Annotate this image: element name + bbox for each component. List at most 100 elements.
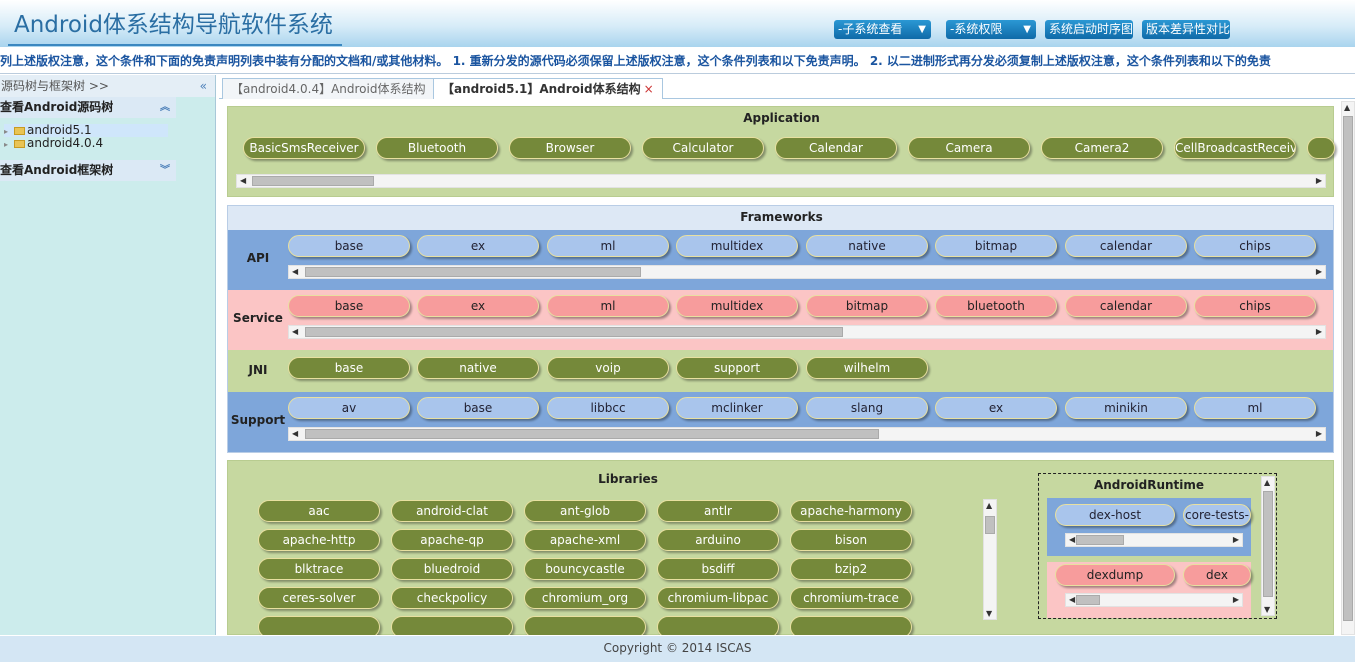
library-item[interactable]: ant-glob bbox=[524, 500, 646, 522]
app-item[interactable]: Calculator bbox=[642, 137, 764, 159]
support-item[interactable]: libbcc bbox=[547, 397, 669, 419]
library-item-clipped[interactable] bbox=[258, 616, 380, 635]
jni-item[interactable]: voip bbox=[547, 357, 669, 379]
scroll-right-icon[interactable]: ▶ bbox=[1316, 428, 1322, 440]
library-item[interactable]: bouncycastle bbox=[524, 558, 646, 580]
scroll-thumb[interactable] bbox=[1263, 491, 1273, 597]
app-item[interactable]: Calendar bbox=[775, 137, 897, 159]
scroll-left-icon[interactable]: ◀ bbox=[1069, 594, 1075, 606]
support-item[interactable]: ml bbox=[1194, 397, 1316, 419]
jni-item[interactable]: support bbox=[676, 357, 798, 379]
runtime-item[interactable]: core-tests- bbox=[1183, 504, 1251, 526]
scroll-thumb[interactable] bbox=[305, 429, 879, 439]
scroll-right-icon[interactable]: ▶ bbox=[1316, 326, 1322, 338]
library-item[interactable]: antlr bbox=[657, 500, 779, 522]
support-item[interactable]: av bbox=[288, 397, 410, 419]
library-item[interactable]: arduino bbox=[657, 529, 779, 551]
chevron-up-icon[interactable]: ︽ bbox=[160, 97, 170, 118]
api-scrollbar[interactable]: ◀ ▶ bbox=[288, 265, 1326, 279]
service-item[interactable]: multidex bbox=[676, 295, 798, 317]
support-item[interactable]: base bbox=[417, 397, 539, 419]
jni-item[interactable]: wilhelm bbox=[806, 357, 928, 379]
support-item[interactable]: mclinker bbox=[676, 397, 798, 419]
jni-item[interactable]: native bbox=[417, 357, 539, 379]
app-item[interactable]: CellBroadcastReceiver bbox=[1174, 137, 1296, 159]
service-item[interactable]: bluetooth bbox=[935, 295, 1057, 317]
scroll-thumb[interactable] bbox=[305, 267, 641, 277]
scroll-thumb[interactable] bbox=[252, 176, 374, 186]
scroll-left-icon[interactable]: ◀ bbox=[292, 266, 298, 278]
runtime-item[interactable]: dex-host bbox=[1055, 504, 1175, 526]
scroll-thumb[interactable] bbox=[985, 516, 995, 534]
scroll-left-icon[interactable]: ◀ bbox=[1069, 534, 1075, 546]
api-item[interactable]: native bbox=[806, 235, 928, 257]
library-item-clipped[interactable] bbox=[657, 616, 779, 635]
close-icon[interactable]: × bbox=[644, 82, 654, 96]
service-item[interactable]: base bbox=[288, 295, 410, 317]
scroll-left-icon[interactable]: ◀ bbox=[292, 326, 298, 338]
library-item-clipped[interactable] bbox=[524, 616, 646, 635]
api-item[interactable]: calendar bbox=[1065, 235, 1187, 257]
libraries-scrollbar[interactable]: ▲ ▼ bbox=[983, 499, 997, 620]
api-item[interactable]: ml bbox=[547, 235, 669, 257]
scroll-down-icon[interactable]: ▼ bbox=[1264, 605, 1270, 614]
library-item[interactable]: blktrace bbox=[258, 558, 380, 580]
runtime-row-1-scrollbar[interactable]: ◀ ▶ bbox=[1065, 533, 1243, 547]
runtime-scrollbar[interactable]: ▲ ▼ bbox=[1261, 476, 1275, 616]
accordion-framework-tree[interactable]: 查看Android框架树 ︾ bbox=[0, 160, 176, 181]
library-item[interactable]: apache-qp bbox=[391, 529, 513, 551]
expand-arrow-icon[interactable]: ▸ bbox=[4, 138, 14, 151]
library-item[interactable]: checkpolicy bbox=[391, 587, 513, 609]
runtime-item[interactable]: dexdump bbox=[1055, 564, 1175, 586]
app-item-clipped[interactable] bbox=[1307, 137, 1335, 159]
library-item[interactable]: android-clat bbox=[391, 500, 513, 522]
service-scrollbar[interactable]: ◀ ▶ bbox=[288, 325, 1326, 339]
support-item[interactable]: ex bbox=[935, 397, 1057, 419]
nav-version-diff-button[interactable]: 版本差异性对比 bbox=[1142, 20, 1230, 39]
api-item[interactable]: ex bbox=[417, 235, 539, 257]
library-item-clipped[interactable] bbox=[391, 616, 513, 635]
service-item[interactable]: bitmap bbox=[806, 295, 928, 317]
tree-node-android4-0-4[interactable]: ▸ android4.0.4 bbox=[4, 137, 103, 150]
library-item[interactable]: bluedroid bbox=[391, 558, 513, 580]
main-scrollbar[interactable]: ▲ bbox=[1341, 101, 1355, 635]
scroll-up-icon[interactable]: ▲ bbox=[986, 501, 992, 510]
library-item[interactable]: apache-xml bbox=[524, 529, 646, 551]
library-item[interactable]: apache-http bbox=[258, 529, 380, 551]
service-item[interactable]: ex bbox=[417, 295, 539, 317]
library-item[interactable]: bzip2 bbox=[790, 558, 912, 580]
support-item[interactable]: minikin bbox=[1065, 397, 1187, 419]
scroll-right-icon[interactable]: ▶ bbox=[1233, 534, 1239, 546]
application-scrollbar[interactable]: ◀ ▶ bbox=[236, 174, 1326, 188]
jni-item[interactable]: base bbox=[288, 357, 410, 379]
scroll-thumb[interactable] bbox=[1076, 535, 1124, 545]
library-item-clipped[interactable] bbox=[790, 616, 912, 635]
accordion-source-tree[interactable]: 查看Android源码树 ︽ bbox=[0, 97, 176, 118]
scroll-thumb[interactable] bbox=[1343, 116, 1353, 621]
nav-subsystem-button[interactable]: -子系统查看 ▼ bbox=[834, 20, 931, 39]
library-item[interactable]: bison bbox=[790, 529, 912, 551]
api-item[interactable]: base bbox=[288, 235, 410, 257]
scroll-right-icon[interactable]: ▶ bbox=[1316, 175, 1322, 187]
tab-android4-0-4[interactable]: 【android4.0.4】Android体系结构 bbox=[222, 78, 435, 99]
chevron-down-double-icon[interactable]: ︾ bbox=[160, 160, 170, 181]
scroll-up-icon[interactable]: ▲ bbox=[1344, 103, 1350, 112]
support-scrollbar[interactable]: ◀ ▶ bbox=[288, 427, 1326, 441]
nav-boot-sequence-button[interactable]: 系统启动时序图 bbox=[1045, 20, 1133, 39]
api-item[interactable]: chips bbox=[1194, 235, 1316, 257]
service-item[interactable]: ml bbox=[547, 295, 669, 317]
support-item[interactable]: slang bbox=[806, 397, 928, 419]
scroll-up-icon[interactable]: ▲ bbox=[1264, 478, 1270, 487]
app-item[interactable]: Camera2 bbox=[1041, 137, 1163, 159]
scroll-down-icon[interactable]: ▼ bbox=[986, 609, 992, 618]
scroll-left-icon[interactable]: ◀ bbox=[240, 175, 246, 187]
app-item[interactable]: Browser bbox=[509, 137, 631, 159]
tab-android5-1[interactable]: 【android5.1】Android体系结构 × bbox=[433, 78, 663, 99]
scroll-left-icon[interactable]: ◀ bbox=[292, 428, 298, 440]
app-item[interactable]: Bluetooth bbox=[376, 137, 498, 159]
scroll-right-icon[interactable]: ▶ bbox=[1233, 594, 1239, 606]
service-item[interactable]: calendar bbox=[1065, 295, 1187, 317]
library-item[interactable]: chromium-libpac bbox=[657, 587, 779, 609]
service-item[interactable]: chips bbox=[1194, 295, 1316, 317]
library-item[interactable]: apache-harmony bbox=[790, 500, 912, 522]
